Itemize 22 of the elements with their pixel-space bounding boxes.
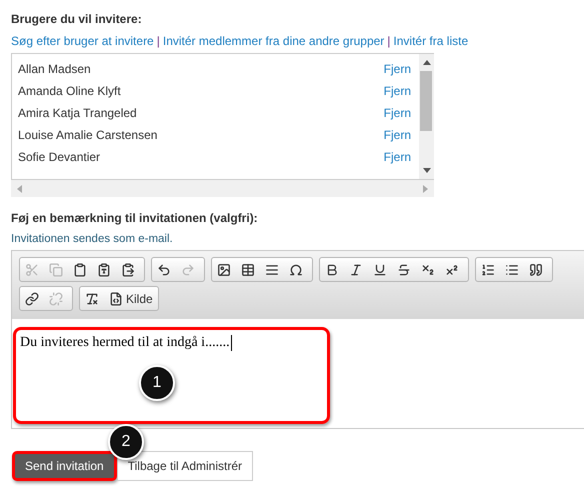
- back-button[interactable]: Tilbage til Administrér: [116, 451, 253, 481]
- note-label: Føj en bemærkning til invitationen (valgfri):: [11, 211, 259, 225]
- source-button[interactable]: Kilde: [106, 288, 156, 309]
- link-separator: |: [156, 34, 160, 48]
- invitee-name: Louise Amalie Carstensen: [18, 128, 158, 142]
- remove-link[interactable]: Fjern: [384, 84, 411, 98]
- invite-heading: Brugere du vil invitere:: [11, 12, 143, 28]
- invite-link[interactable]: Invitér fra liste: [393, 34, 468, 48]
- send-button[interactable]: Send invitation: [12, 451, 117, 481]
- invitee-name: Sofie Devantier: [18, 150, 100, 164]
- invitee-name: Amanda Oline Klyft: [18, 84, 121, 98]
- remove-link[interactable]: Fjern: [384, 62, 411, 76]
- remove-link[interactable]: Fjern: [384, 128, 411, 142]
- editor-text: Du inviteres hermed til at indgå i.......: [20, 335, 232, 351]
- invite-link[interactable]: Søg efter bruger at invitere: [11, 34, 154, 48]
- remove-link[interactable]: Fjern: [384, 150, 411, 164]
- invite-link[interactable]: Invitér medlemmer fra dine andre grupper: [162, 34, 384, 48]
- link-separator: |: [387, 34, 390, 48]
- invitee-name: Allan Madsen: [18, 62, 91, 76]
- remove-link[interactable]: Fjern: [384, 106, 411, 120]
- invitee-name: Amira Katja Trangeled: [18, 106, 137, 120]
- email-hint: Invitationen sendes som e-mail.: [11, 233, 174, 245]
